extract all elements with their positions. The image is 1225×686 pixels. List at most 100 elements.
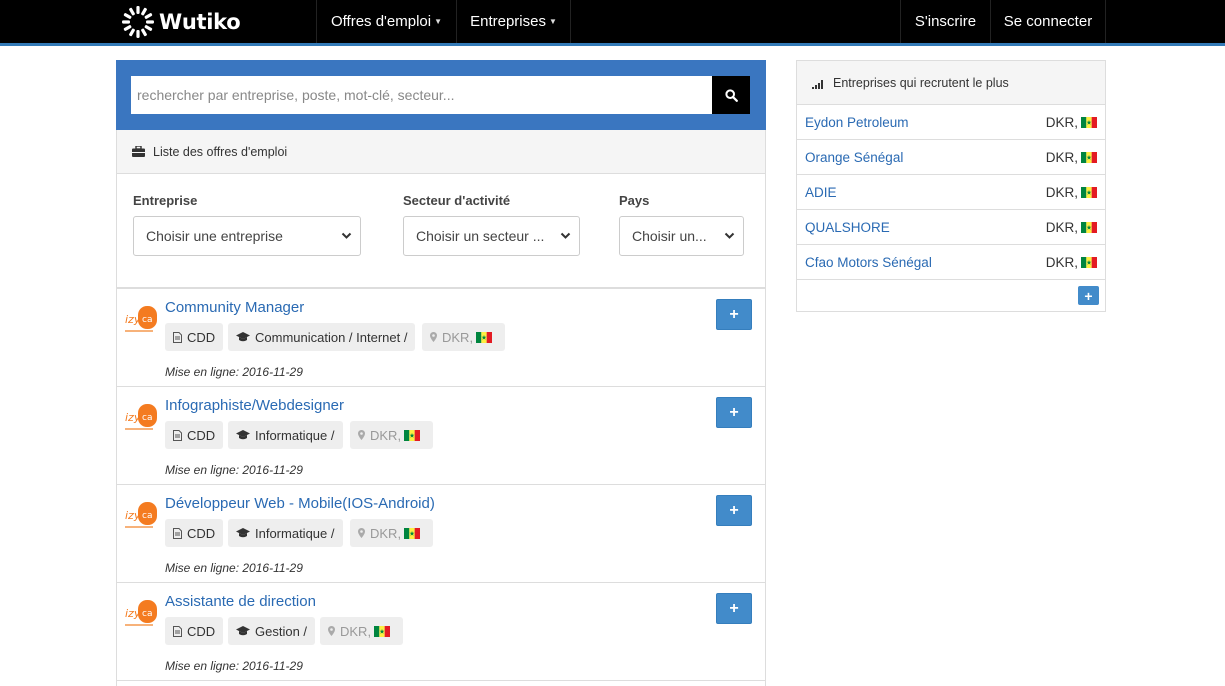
job-date: Mise en ligne: 2016-11-29 (165, 659, 303, 673)
more-recruiters-button[interactable]: + (1078, 286, 1099, 305)
filter-company-value: Choisir une entreprise (146, 228, 283, 244)
job-date: Mise en ligne: 2016-11-29 (165, 561, 303, 575)
plus-icon: + (729, 501, 739, 519)
search-icon (724, 88, 738, 102)
svg-text:izy: izy (125, 607, 141, 620)
job-card: izy ca Infographiste/Webdesigner CDD Inf… (117, 387, 765, 485)
nav-entreprises-label: Entreprises (470, 13, 546, 30)
job-details-button[interactable]: + (716, 495, 752, 526)
sector-value: Gestion / (255, 623, 308, 639)
search-button[interactable] (712, 76, 750, 114)
location-tag: DKR, (350, 421, 434, 449)
recruiter-row: QUALSHORE DKR, (797, 210, 1105, 245)
filter-sector-label: Secteur d'activité (403, 193, 511, 208)
filter-company-select[interactable]: Choisir une entreprise (133, 216, 361, 256)
recruiter-row: Orange Sénégal DKR, (797, 140, 1105, 175)
contract-tag: CDD (165, 617, 224, 645)
search-input[interactable] (131, 76, 712, 114)
location-tag: DKR, (350, 519, 434, 547)
brand-logo[interactable]: Wutiko (121, 0, 241, 43)
location-tag: DKR, (320, 617, 404, 645)
senegal-flag-icon (1081, 221, 1097, 233)
job-card: izy ca Développeur Web - Mobile(IOS-Andr… (117, 485, 765, 583)
job-details-button[interactable]: + (716, 299, 752, 330)
job-title-link[interactable]: Développeur Web - Mobile(IOS-Android) (165, 495, 435, 512)
company-logo: izy ca (125, 502, 157, 528)
top-recruiters-title: Entreprises qui recrutent le plus (833, 75, 1009, 90)
nav-entreprises[interactable]: Entreprises ▼ (456, 0, 571, 43)
filter-country-value: Choisir un... (632, 228, 707, 244)
document-icon (173, 429, 182, 441)
sector-value: Communication / Internet / (255, 329, 408, 345)
recruiter-link[interactable]: ADIE (805, 185, 837, 200)
signup-label: S'inscrire (914, 13, 977, 30)
recruiter-link[interactable]: Cfao Motors Sénégal (805, 255, 932, 270)
signal-bars-icon (812, 77, 825, 89)
signup-link[interactable]: S'inscrire (900, 0, 990, 43)
plus-icon: + (729, 305, 739, 323)
filter-country-label: Pays (619, 193, 650, 208)
recruiter-row: Cfao Motors Sénégal DKR, (797, 245, 1105, 280)
recruiter-location: DKR, (1046, 150, 1097, 165)
svg-text:izy: izy (125, 411, 141, 424)
map-marker-icon (430, 332, 437, 342)
recruiter-link[interactable]: Orange Sénégal (805, 150, 903, 165)
job-title-link[interactable]: Assistante de direction (165, 593, 316, 610)
login-link[interactable]: Se connecter (990, 0, 1106, 43)
filter-country-select[interactable]: Choisir un... (619, 216, 744, 256)
senegal-flag-icon (374, 625, 391, 637)
senegal-flag-icon (404, 527, 421, 539)
map-marker-icon (358, 430, 365, 440)
location-value: DKR, (370, 427, 402, 443)
caret-down-icon: ▼ (434, 17, 443, 26)
sunburst-logo-icon (122, 5, 154, 38)
job-title-link[interactable]: Infographiste/Webdesigner (165, 397, 344, 414)
filter-sector-select[interactable]: Choisir un secteur ... (403, 216, 580, 256)
recruiter-link[interactable]: QUALSHORE (805, 220, 890, 235)
job-list-panel: Liste des offres d'emploi Entreprise Cho… (116, 130, 766, 686)
search-bar (116, 60, 766, 130)
graduation-cap-icon (236, 332, 250, 342)
location-value: DKR, (442, 329, 474, 345)
recruiter-location: DKR, (1046, 185, 1097, 200)
chevron-down-icon (560, 232, 571, 239)
map-marker-icon (358, 528, 365, 538)
location-tag: DKR, (422, 323, 506, 351)
contract-type: CDD (187, 329, 216, 345)
chevron-down-icon (341, 232, 352, 239)
recruiter-location-text: DKR, (1045, 149, 1078, 165)
chevron-down-icon (724, 232, 735, 239)
recruiter-location-text: DKR, (1045, 254, 1078, 270)
contract-type: CDD (187, 623, 216, 639)
senegal-flag-icon (404, 429, 421, 441)
job-details-button[interactable]: + (716, 397, 752, 428)
top-recruiters-panel: Entreprises qui recrutent le plus Eydon … (796, 60, 1106, 312)
document-icon (173, 625, 182, 637)
location-value: DKR, (340, 623, 372, 639)
senegal-flag-icon (1081, 116, 1097, 128)
map-marker-icon (328, 626, 335, 636)
recruiter-link[interactable]: Eydon Petroleum (805, 115, 909, 130)
svg-text:ca: ca (142, 315, 152, 325)
caret-down-icon: ▼ (548, 17, 557, 26)
senegal-flag-icon (1081, 151, 1097, 163)
filter-sector-value: Choisir un secteur ... (416, 228, 545, 244)
contract-type: CDD (187, 525, 216, 541)
job-details-button[interactable]: + (716, 593, 752, 624)
nav-offres-emploi[interactable]: Offres d'emploi ▼ (316, 0, 456, 43)
senegal-flag-icon (476, 331, 493, 343)
plus-icon: + (729, 403, 739, 421)
recruiter-location: DKR, (1046, 115, 1097, 130)
document-icon (173, 527, 182, 539)
svg-text:ca: ca (142, 511, 152, 521)
svg-text:izy: izy (125, 313, 141, 326)
graduation-cap-icon (236, 430, 250, 440)
graduation-cap-icon (236, 626, 250, 636)
location-value: DKR, (370, 525, 402, 541)
recruiter-location: DKR, (1046, 255, 1097, 270)
contract-tag: CDD (165, 323, 224, 351)
contract-tag: CDD (165, 519, 224, 547)
job-title-link[interactable]: Community Manager (165, 299, 304, 316)
senegal-flag-icon (1081, 186, 1097, 198)
document-icon (173, 331, 182, 343)
